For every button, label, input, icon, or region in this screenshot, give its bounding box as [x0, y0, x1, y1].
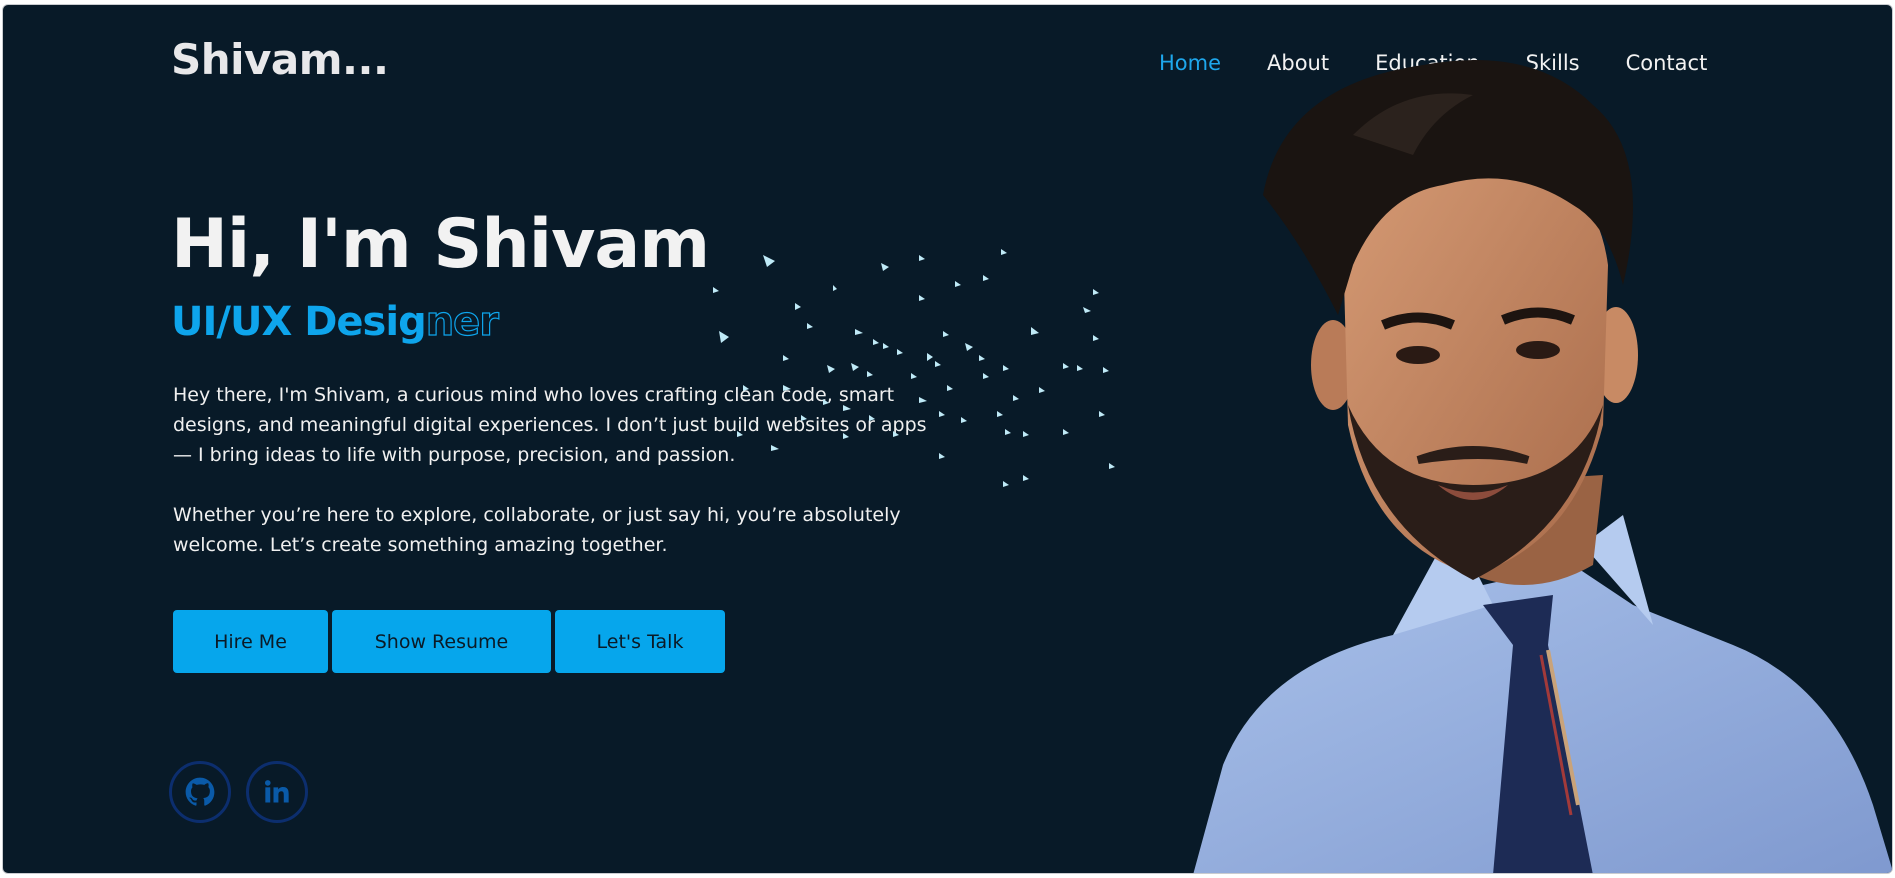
linkedin-icon [264, 780, 289, 803]
particle-effect [713, 249, 1115, 487]
hero-title: Hi, I'm Shivam [171, 205, 710, 284]
hire-me-button[interactable]: Hire Me [173, 610, 328, 673]
lets-talk-button[interactable]: Let's Talk [555, 610, 725, 673]
site-logo[interactable]: Shivam... [171, 35, 389, 84]
linkedin-link[interactable] [246, 761, 308, 823]
role-title-outline: ner [425, 298, 500, 345]
welcome-paragraph: Whether you’re here to explore, collabor… [173, 504, 901, 556]
profile-photo [1193, 60, 1892, 873]
github-link[interactable] [169, 761, 231, 823]
role-title-solid: UI/UX Desig [171, 299, 427, 345]
role-title: UI/UX Designer [171, 298, 500, 345]
show-resume-button[interactable]: Show Resume [332, 610, 551, 673]
cta-buttons: Hire Me Show Resume Let's Talk [173, 610, 725, 673]
github-icon [185, 777, 215, 806]
page-frame: Shivam... Home About Education Skills Co… [2, 4, 1893, 874]
social-links [169, 761, 308, 823]
